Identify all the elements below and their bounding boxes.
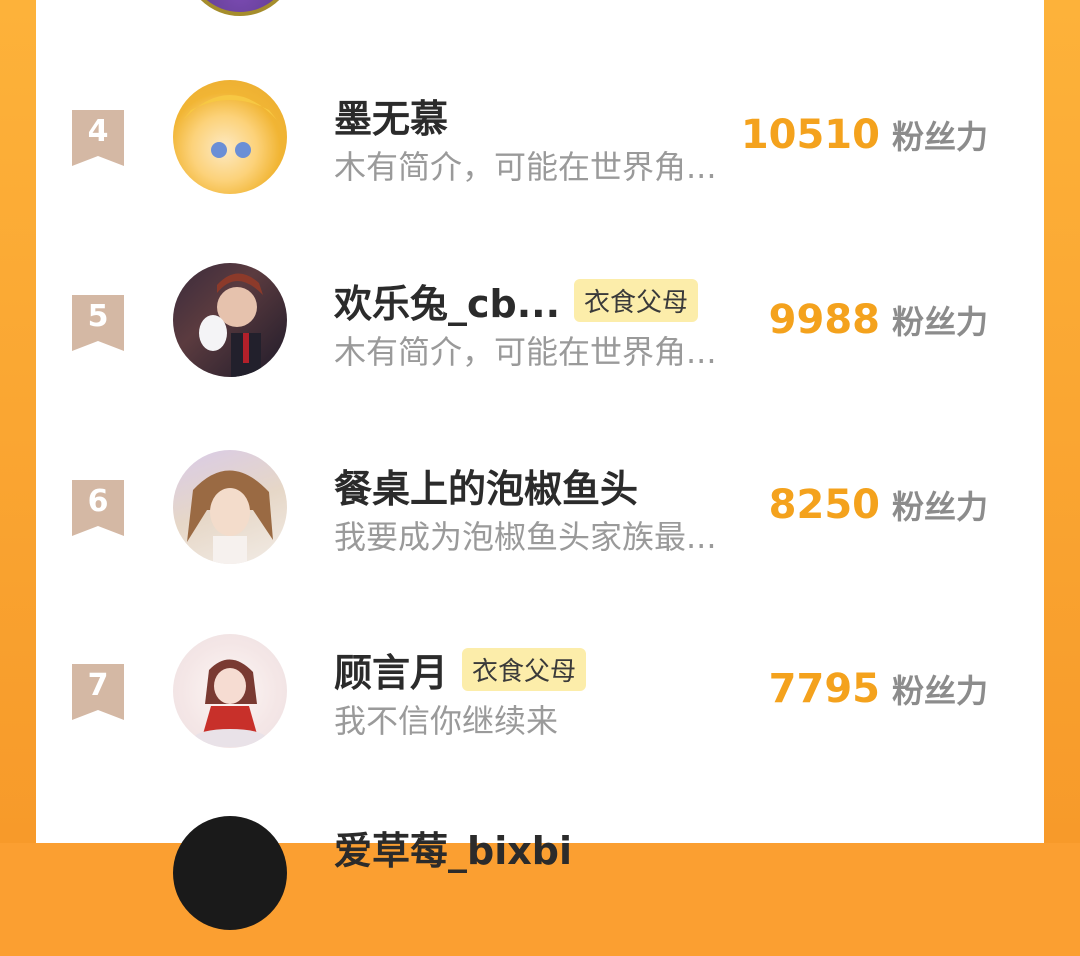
score: 8250 粉丝力 xyxy=(769,482,988,528)
rank-badge: 6 xyxy=(72,480,124,536)
user-bio: 我要成为泡椒鱼头家族最... xyxy=(334,518,717,556)
avatar-art xyxy=(187,470,273,564)
avatar[interactable] xyxy=(173,80,287,194)
list-item[interactable]: 5 欢乐兔_cb... 衣食父母 木有简介，可能在世界角... 9988 粉丝力 xyxy=(36,255,1044,405)
score: 7795 粉丝力 xyxy=(769,666,988,712)
list-item[interactable]: 爱草莓_bixbi xyxy=(36,806,1044,956)
score-value: 7795 xyxy=(768,666,880,712)
list-item[interactable]: 6 餐桌上的泡椒鱼头 我要成为泡椒鱼头家族最... 8250 粉丝力 xyxy=(36,440,1044,590)
supporter-tag: 衣食父母 xyxy=(462,647,587,691)
user-name[interactable]: 爱草莓_bixbi xyxy=(334,820,572,875)
score-unit: 粉丝力 xyxy=(891,672,988,710)
avatar-art xyxy=(199,273,263,377)
rank-badge: 7 xyxy=(72,664,124,720)
rank-number: 5 xyxy=(87,299,109,334)
name-line: 顾言月 衣食父母 xyxy=(334,642,587,697)
avatar-partial[interactable] xyxy=(184,0,296,16)
user-name[interactable]: 欢乐兔_cb... xyxy=(334,273,560,328)
rank-number: 6 xyxy=(87,484,109,519)
background-right xyxy=(1044,0,1080,843)
user-bio: 木有简介，可能在世界角... xyxy=(334,333,717,371)
avatar[interactable] xyxy=(173,450,287,564)
user-name[interactable]: 墨无慕 xyxy=(334,88,448,143)
rank-badge: 4 xyxy=(72,110,124,166)
name-line: 爱草莓_bixbi xyxy=(334,820,572,875)
score: 9988 粉丝力 xyxy=(769,297,988,343)
name-line: 欢乐兔_cb... 衣食父母 xyxy=(334,273,699,328)
rank-number: 4 xyxy=(87,114,109,149)
user-bio: 木有简介，可能在世界角... xyxy=(334,148,717,186)
score-unit: 粉丝力 xyxy=(891,488,988,526)
avatar-art xyxy=(183,95,277,158)
supporter-tag: 衣食父母 xyxy=(574,278,699,322)
name-line: 墨无慕 xyxy=(334,88,448,143)
rank-number: 7 xyxy=(87,668,109,703)
background-left xyxy=(0,0,36,843)
avatar[interactable] xyxy=(173,634,287,748)
list-item[interactable]: 4 墨无慕 木有简介，可能在世界角... 10510 粉丝力 xyxy=(36,70,1044,220)
score: 10510 粉丝力 xyxy=(741,112,988,158)
avatar[interactable] xyxy=(173,263,287,377)
score-unit: 粉丝力 xyxy=(891,118,988,156)
rank-badge: 5 xyxy=(72,295,124,351)
score-value: 10510 xyxy=(740,112,880,158)
avatar[interactable] xyxy=(173,816,287,930)
avatar-art xyxy=(194,659,266,747)
user-name[interactable]: 餐桌上的泡椒鱼头 xyxy=(334,458,638,513)
user-name[interactable]: 顾言月 xyxy=(334,642,448,697)
list-item[interactable]: 7 顾言月 衣食父母 我不信你继续来 7795 粉丝力 xyxy=(36,624,1044,774)
score-unit: 粉丝力 xyxy=(891,303,988,341)
user-bio: 我不信你继续来 xyxy=(334,702,559,740)
score-value: 8250 xyxy=(768,482,880,528)
leaderboard-card: 4 墨无慕 木有简介，可能在世界角... 10510 粉丝力 5 欢乐兔_cb.… xyxy=(36,0,1044,930)
score-value: 9988 xyxy=(768,297,880,343)
name-line: 餐桌上的泡椒鱼头 xyxy=(334,458,638,513)
